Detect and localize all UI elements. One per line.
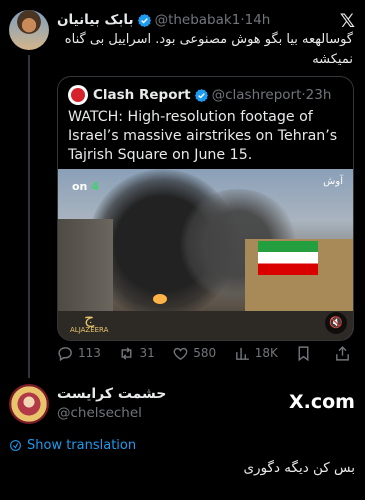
aljazeera-mark-icon: ﺝ bbox=[84, 308, 95, 327]
aljazeera-wordmark: ALJAZEERA bbox=[70, 326, 109, 334]
bookmark-button[interactable] bbox=[295, 345, 316, 362]
show-translation-link[interactable]: Show translation bbox=[9, 438, 136, 453]
action-bar: 113 31 580 18K bbox=[57, 344, 355, 362]
author-avatar[interactable] bbox=[9, 10, 49, 50]
repost-count: 31 bbox=[139, 346, 155, 360]
reply-author-handle[interactable]: @chelsechel bbox=[57, 405, 142, 421]
fire-glow bbox=[153, 294, 167, 304]
channel-logo: آوش bbox=[323, 176, 343, 187]
share-icon bbox=[336, 345, 349, 361]
share-button[interactable] bbox=[334, 345, 355, 362]
channel-badge: on 4 bbox=[72, 180, 99, 193]
mute-icon[interactable]: 🔇 bbox=[325, 312, 347, 334]
quoted-tweet-text: WATCH: High-resolution footage of Israel… bbox=[68, 109, 338, 163]
author-handle[interactable]: @thebabak1 bbox=[155, 12, 241, 28]
tweet-text: گوسالهعه بیا بگو هوش مصنوعی بود. اسراییل… bbox=[64, 32, 353, 67]
reply-author-avatar[interactable] bbox=[9, 384, 49, 424]
quoted-author-handle: @clashreport bbox=[211, 87, 302, 103]
quoted-author-avatar bbox=[68, 85, 88, 105]
quoted-tweet-header: Clash Report @clashreport · 23h bbox=[68, 85, 331, 105]
verified-badge-icon bbox=[137, 13, 151, 27]
bookmark-icon bbox=[298, 345, 309, 361]
repost-icon bbox=[121, 346, 132, 360]
repost-button[interactable]: 31 bbox=[118, 345, 155, 362]
reply-text: بس کن دیگه دگوری bbox=[243, 460, 355, 476]
video-player[interactable]: on 4 آوش ﺝ ALJAZEERA 🔇 bbox=[58, 169, 353, 340]
like-button[interactable]: 580 bbox=[172, 345, 216, 362]
verified-badge-icon bbox=[194, 88, 208, 102]
aljazeera-logo: ﺝ ALJAZEERA bbox=[70, 310, 108, 335]
heart-icon bbox=[173, 347, 188, 360]
globe-icon bbox=[10, 440, 21, 451]
view-count: 18K bbox=[254, 346, 278, 360]
like-count: 580 bbox=[193, 346, 217, 360]
post-time[interactable]: 14h bbox=[245, 12, 271, 28]
reply-button[interactable]: 113 bbox=[57, 345, 101, 362]
iran-flag-banner bbox=[258, 241, 318, 275]
xcom-watermark: X.com bbox=[289, 391, 355, 413]
channel-badge-prefix: on bbox=[72, 180, 88, 193]
show-translation-label: Show translation bbox=[27, 438, 137, 453]
views-button[interactable]: 18K bbox=[234, 345, 278, 362]
author-name[interactable]: بابک بیانیان bbox=[57, 12, 134, 28]
thread-line bbox=[28, 55, 30, 378]
reply-count: 113 bbox=[78, 346, 101, 360]
quoted-post-time: 23h bbox=[305, 87, 332, 103]
quoted-author-name: Clash Report bbox=[93, 87, 191, 103]
reply-author-name[interactable]: حشمت کرایست bbox=[57, 386, 166, 402]
reply-icon bbox=[58, 346, 72, 361]
channel-badge-number: 4 bbox=[91, 180, 99, 193]
x-logo-icon: 𝕏 bbox=[339, 10, 355, 32]
bar-chart-icon bbox=[235, 347, 249, 360]
tweet-header: بابک بیانیان @thebabak1 · 14h 𝕏 bbox=[57, 10, 355, 32]
quoted-tweet[interactable]: Clash Report @clashreport · 23h WATCH: H… bbox=[57, 76, 354, 341]
